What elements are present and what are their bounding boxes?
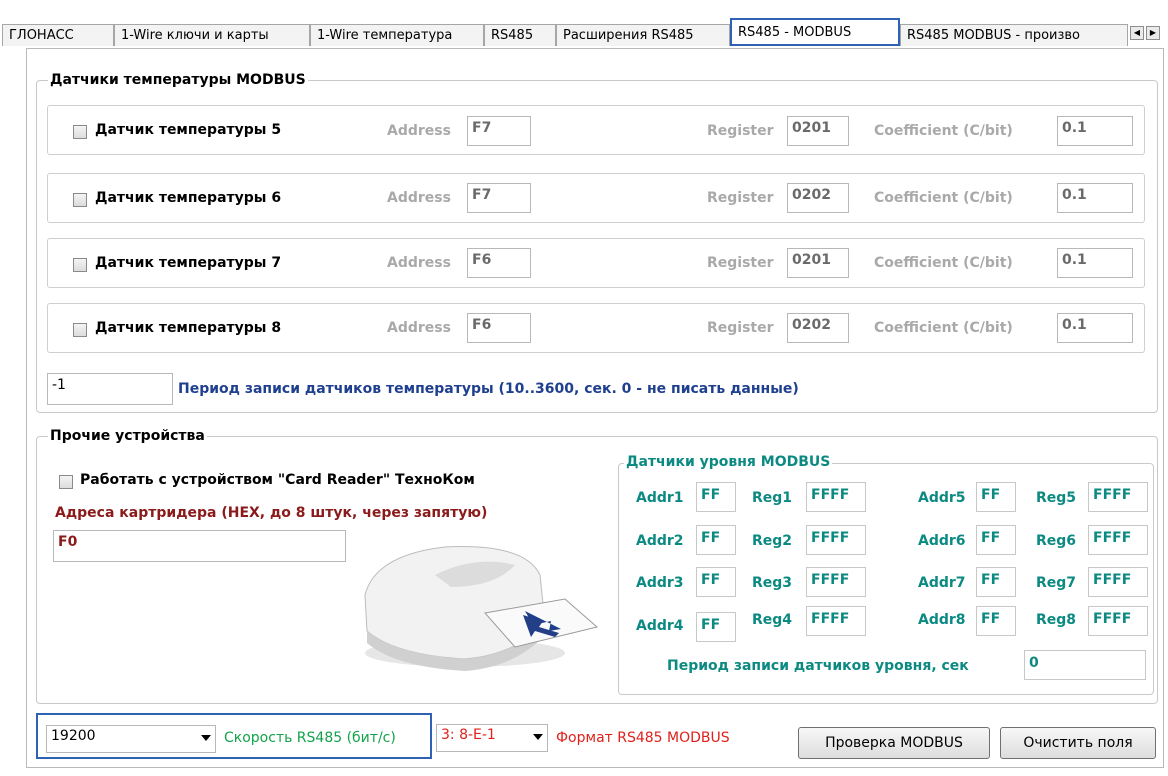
level-period-input[interactable]: 0	[1024, 650, 1146, 680]
level-sensors-title: Датчики уровня MODBUS	[624, 454, 833, 470]
register-label: Register	[707, 320, 774, 336]
address-label: Address	[387, 255, 451, 271]
temp-period-label: Период записи датчиков температуры (10..…	[178, 381, 799, 397]
temp-period-input[interactable]: -1	[47, 373, 173, 405]
level-reg2-input[interactable]: FFFF	[806, 525, 866, 555]
level-reg7-input[interactable]: FFFF	[1088, 567, 1148, 597]
tab-rs485-modbus[interactable]: RS485 - MODBUS	[730, 18, 900, 46]
other-devices-title: Прочие устройства	[48, 428, 207, 444]
coefficient-label: Coefficient (C/bit)	[874, 123, 1013, 139]
temp-sensor-7-label: Датчик температуры 7	[95, 255, 282, 271]
temp-sensor-8-checkbox[interactable]	[73, 323, 87, 337]
level-addr2-input[interactable]: FF	[696, 525, 736, 555]
temp-sensor-7-coefficient[interactable]: 0.1	[1057, 248, 1133, 278]
level-addr6-label: Addr6	[918, 533, 966, 549]
tab-strip: ГЛОНАСС 1-Wire ключи и карты 1-Wire темп…	[0, 0, 1168, 48]
format-label: Формат RS485 MODBUS	[556, 730, 730, 746]
card-reader-addresses-input[interactable]: F0	[53, 530, 346, 562]
level-reg8-label: Reg8	[1036, 612, 1077, 628]
tab-scroll-right-icon[interactable]: ▶	[1146, 26, 1160, 40]
temp-sensor-6-coefficient[interactable]: 0.1	[1057, 183, 1133, 213]
level-addr5-label: Addr5	[918, 490, 966, 506]
address-label: Address	[387, 123, 451, 139]
card-reader-checkbox[interactable]	[59, 475, 73, 489]
speed-label: Скорость RS485 (бит/с)	[224, 730, 396, 746]
speed-select[interactable]: 19200	[46, 725, 216, 753]
level-period-label: Период записи датчиков уровня, сек	[667, 658, 969, 674]
temp-sensor-5-register[interactable]: 0201	[787, 116, 849, 146]
tab-glonass[interactable]: ГЛОНАСС	[2, 24, 114, 46]
tab-rs485[interactable]: RS485	[484, 24, 556, 46]
level-reg3-label: Reg3	[752, 575, 793, 591]
temp-sensor-8-register[interactable]: 0202	[787, 313, 849, 343]
temp-sensor-8-label: Датчик температуры 8	[95, 320, 282, 336]
coefficient-label: Coefficient (C/bit)	[874, 190, 1013, 206]
temp-sensor-5-label: Датчик температуры 5	[95, 122, 282, 138]
level-addr1-label: Addr1	[636, 490, 684, 506]
check-modbus-button[interactable]: Проверка MODBUS	[798, 727, 990, 759]
chevron-down-icon	[201, 735, 211, 741]
level-reg8-input[interactable]: FFFF	[1088, 606, 1148, 636]
chevron-down-icon	[533, 734, 543, 740]
temp-sensor-8-coefficient[interactable]: 0.1	[1057, 313, 1133, 343]
level-reg6-label: Reg6	[1036, 533, 1077, 549]
level-reg5-label: Reg5	[1036, 490, 1077, 506]
level-reg3-input[interactable]: FFFF	[806, 567, 866, 597]
level-reg6-input[interactable]: FFFF	[1088, 525, 1148, 555]
level-addr8-input[interactable]: FF	[976, 606, 1016, 636]
tab-1wire-temp[interactable]: 1-Wire температура	[310, 24, 484, 46]
coefficient-label: Coefficient (C/bit)	[874, 255, 1013, 271]
tab-scroll-left-icon[interactable]: ◀	[1130, 26, 1144, 40]
temp-sensor-6-checkbox[interactable]	[73, 193, 87, 207]
level-reg7-label: Reg7	[1036, 575, 1077, 591]
temp-sensor-5-coefficient[interactable]: 0.1	[1057, 116, 1133, 146]
level-addr6-input[interactable]: FF	[976, 525, 1016, 555]
level-reg2-label: Reg2	[752, 533, 793, 549]
speed-select-value: 19200	[51, 728, 96, 744]
tab-rs485-ext[interactable]: Расширения RS485	[556, 24, 730, 46]
address-label: Address	[387, 190, 451, 206]
temp-sensor-7-register[interactable]: 0201	[787, 248, 849, 278]
level-addr5-input[interactable]: FF	[976, 482, 1016, 512]
level-reg1-input[interactable]: FFFF	[806, 482, 866, 512]
level-addr1-input[interactable]: FF	[696, 482, 736, 512]
level-addr3-input[interactable]: FF	[696, 567, 736, 597]
register-label: Register	[707, 255, 774, 271]
register-label: Register	[707, 190, 774, 206]
level-addr4-label: Addr4	[636, 618, 684, 634]
level-addr7-label: Addr7	[918, 575, 966, 591]
level-addr3-label: Addr3	[636, 575, 684, 591]
temp-sensor-6-register[interactable]: 0202	[787, 183, 849, 213]
card-reader-label: Работать с устройством "Card Reader" Тех…	[80, 472, 475, 488]
register-label: Register	[707, 123, 774, 139]
temp-sensors-title: Датчики температуры MODBUS	[48, 72, 308, 88]
temp-sensor-5-address[interactable]: F7	[467, 116, 531, 146]
level-reg4-input[interactable]: FFFF	[806, 606, 866, 636]
format-select-value: 3: 8-E-1	[441, 727, 496, 743]
tab-rs485-modbus-prod[interactable]: RS485 MODBUS - произво	[900, 24, 1128, 46]
temp-sensor-7-checkbox[interactable]	[73, 258, 87, 272]
address-label: Address	[387, 320, 451, 336]
clear-fields-button[interactable]: Очистить поля	[1000, 727, 1156, 759]
temp-sensor-8-address[interactable]: F6	[467, 313, 531, 343]
coefficient-label: Coefficient (C/bit)	[874, 320, 1013, 336]
level-reg1-label: Reg1	[752, 490, 793, 506]
temp-sensor-6-address[interactable]: F7	[467, 183, 531, 213]
level-addr4-input[interactable]: FF	[696, 612, 736, 642]
temp-sensor-7-address[interactable]: F6	[467, 248, 531, 278]
level-reg5-input[interactable]: FFFF	[1088, 482, 1148, 512]
level-reg4-label: Reg4	[752, 612, 793, 628]
temp-sensor-5-checkbox[interactable]	[73, 125, 87, 139]
level-addr8-label: Addr8	[918, 612, 966, 628]
level-addr7-input[interactable]: FF	[976, 567, 1016, 597]
format-select[interactable]: 3: 8-E-1	[436, 724, 548, 752]
level-addr2-label: Addr2	[636, 533, 684, 549]
tab-1wire-keys[interactable]: 1-Wire ключи и карты	[114, 24, 310, 46]
card-reader-addresses-label: Адреса картридера (HEX, до 8 штук, через…	[55, 505, 488, 521]
card-reader-image	[364, 546, 599, 671]
temp-sensor-6-label: Датчик температуры 6	[95, 190, 282, 206]
